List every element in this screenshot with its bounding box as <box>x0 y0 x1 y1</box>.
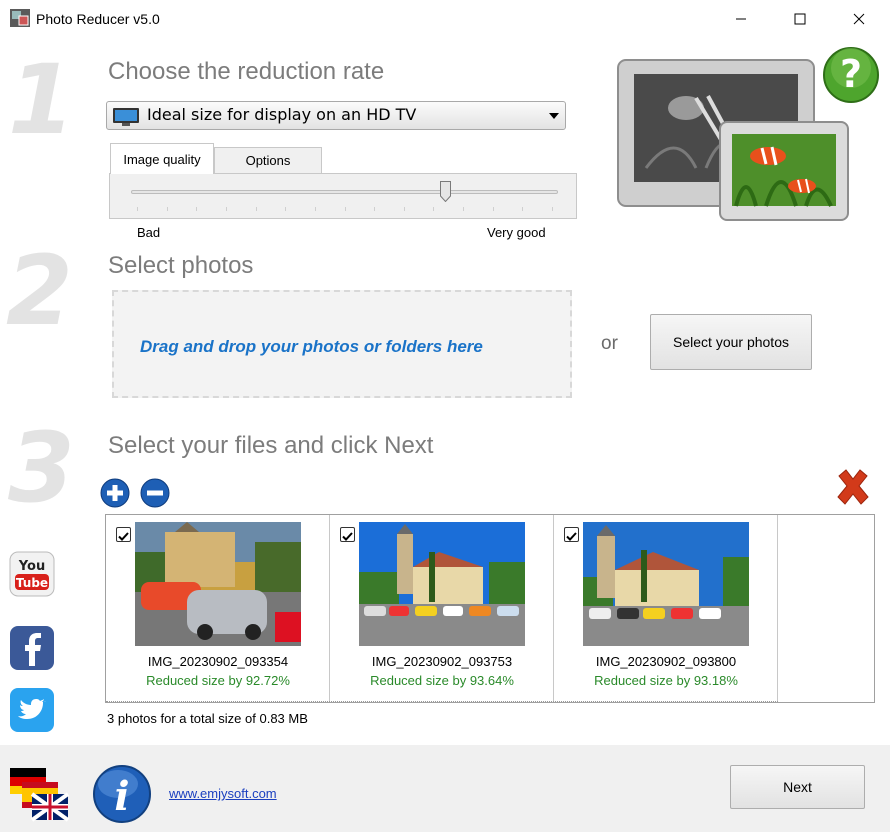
step3-heading: Select your files and click Next <box>108 432 434 459</box>
file-item[interactable]: IMG_20230902_093800 Reduced size by 93.1… <box>554 515 778 701</box>
quality-max-label: Very good <box>487 225 546 240</box>
slider-tick <box>463 207 465 211</box>
file-checkbox[interactable] <box>564 527 579 542</box>
next-button[interactable]: Next <box>730 765 865 809</box>
status-text: 3 photos for a total size of 0.83 MB <box>107 711 308 726</box>
slider-tick <box>225 207 227 211</box>
close-button[interactable] <box>829 0 889 38</box>
file-checkbox[interactable] <box>116 527 131 542</box>
info-icon[interactable]: i <box>92 764 152 824</box>
slider-tick <box>166 207 168 211</box>
facebook-icon[interactable] <box>8 624 56 672</box>
slider-tick <box>255 207 257 211</box>
maximize-icon <box>794 13 806 25</box>
step-number-2: 2 <box>6 235 73 347</box>
slider-tick <box>314 207 316 211</box>
step2-heading: Select photos <box>108 252 254 279</box>
slider-tick <box>137 207 138 211</box>
svg-text:i: i <box>114 773 129 820</box>
language-flags-icon[interactable] <box>8 764 70 822</box>
photo-drop-zone[interactable]: Drag and drop your photos or folders her… <box>112 290 572 398</box>
slider-tick <box>552 207 553 211</box>
file-name: IMG_20230902_093800 <box>595 654 737 669</box>
file-reduction: Reduced size by 92.72% <box>146 673 290 688</box>
checkmark-icon <box>342 532 353 541</box>
file-reduction: Reduced size by 93.64% <box>370 673 514 688</box>
file-item[interactable]: IMG_20230902_093753 Reduced size by 93.6… <box>330 515 554 701</box>
reduction-rate-dropdown[interactable]: Ideal size for display on an HD TV <box>106 101 566 130</box>
chevron-down-icon <box>549 113 559 119</box>
minimize-icon <box>736 18 746 20</box>
file-name: IMG_20230902_093354 <box>147 654 289 669</box>
help-icon[interactable]: ? <box>822 46 880 104</box>
file-list: IMG_20230902_093354 Reduced size by 92.7… <box>105 514 875 703</box>
slider-tick <box>285 207 287 211</box>
window-title: Photo Reducer v5.0 <box>36 11 160 27</box>
minimize-button[interactable] <box>711 0 771 38</box>
svg-text:Tube: Tube <box>16 576 48 590</box>
step-number-3: 3 <box>8 412 75 524</box>
clear-list-icon[interactable] <box>834 468 872 506</box>
file-item[interactable]: IMG_20230902_093354 Reduced size by 92.7… <box>106 515 330 701</box>
step1-heading: Choose the reduction rate <box>108 58 385 85</box>
maximize-button[interactable] <box>770 0 830 38</box>
svg-text:You: You <box>18 559 45 574</box>
slider-tick <box>196 207 198 211</box>
or-label: or <box>601 333 618 354</box>
dropdown-selected-value: Ideal size for display on an HD TV <box>147 105 417 124</box>
add-icon[interactable] <box>100 478 130 508</box>
checkmark-icon <box>118 532 129 541</box>
quality-slider-thumb[interactable] <box>439 181 451 202</box>
image-quality-panel <box>109 173 577 219</box>
photo-thumbnail <box>359 522 525 646</box>
slider-tick <box>374 207 376 211</box>
remove-icon[interactable] <box>140 478 170 508</box>
tab-image-quality[interactable]: Image quality <box>110 143 214 174</box>
slider-tick <box>344 207 346 211</box>
file-name: IMG_20230902_093753 <box>371 654 513 669</box>
tab-options[interactable]: Options <box>214 147 322 173</box>
slider-tick <box>522 207 524 211</box>
app-icon <box>10 9 30 27</box>
slider-tick <box>492 207 494 211</box>
list-divider <box>106 701 778 703</box>
youtube-icon[interactable]: You Tube <box>8 550 56 598</box>
select-photos-button[interactable]: Select your photos <box>650 314 812 370</box>
photo-thumbnail <box>583 522 749 646</box>
photo-preview-illustration <box>617 59 849 221</box>
slider-tick <box>433 207 435 211</box>
svg-text:?: ? <box>840 52 862 96</box>
file-checkbox[interactable] <box>340 527 355 542</box>
drop-zone-text: Drag and drop your photos or folders her… <box>140 337 483 356</box>
twitter-icon[interactable] <box>8 686 56 734</box>
title-bar: Photo Reducer v5.0 <box>0 0 890 38</box>
checkmark-icon <box>566 532 577 541</box>
tv-icon <box>113 108 139 126</box>
slider-tick <box>403 207 405 211</box>
step-number-1: 1 <box>8 44 75 156</box>
photo-thumbnail <box>135 522 301 646</box>
file-reduction: Reduced size by 93.18% <box>594 673 738 688</box>
quality-min-label: Bad <box>137 225 161 240</box>
website-link[interactable]: www.emjysoft.com <box>169 786 277 801</box>
close-icon <box>853 13 865 25</box>
quality-slider-track[interactable] <box>131 190 558 194</box>
